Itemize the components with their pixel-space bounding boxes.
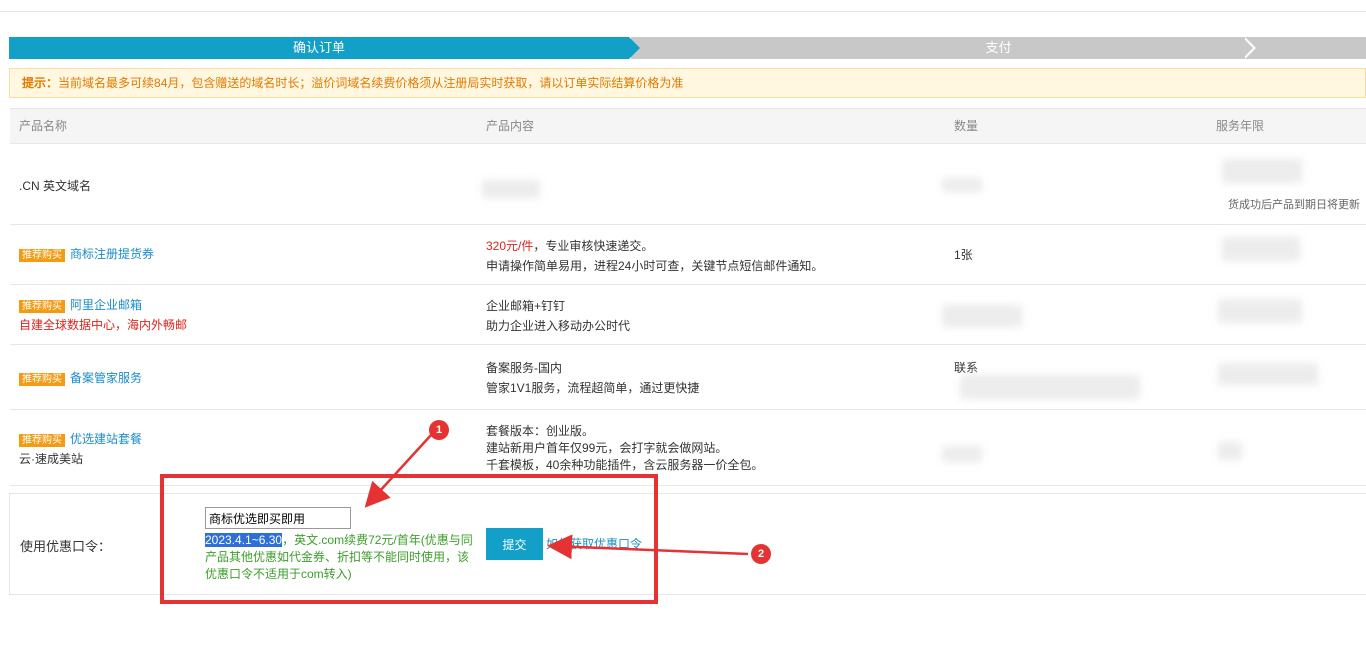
arrow-2: [547, 534, 749, 560]
arrow-1: [364, 433, 433, 508]
annotation-badge-2: 2: [751, 544, 771, 564]
annotation-badge-1: 1: [429, 420, 449, 440]
annotation-arrows: [364, 433, 749, 560]
